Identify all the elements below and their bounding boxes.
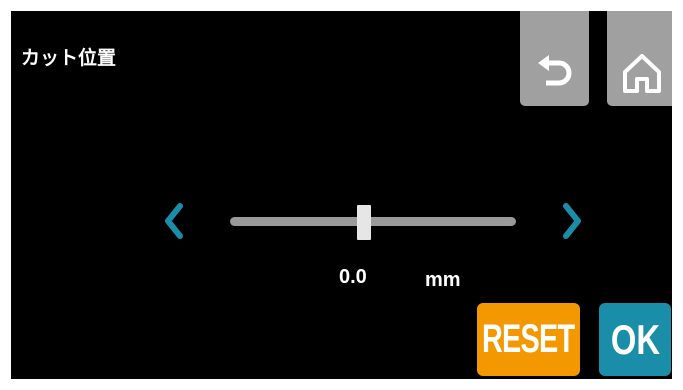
cut-position-screen: カット位置 0.0 mm RESET OK — [11, 11, 672, 379]
decrease-button[interactable] — [161, 201, 189, 241]
reset-button-label: RESET — [482, 317, 575, 361]
chevron-left-icon — [161, 203, 189, 245]
reset-button[interactable]: RESET — [477, 303, 580, 376]
increase-button[interactable] — [557, 201, 585, 241]
page-title: カット位置 — [21, 47, 117, 69]
chevron-right-icon — [557, 203, 585, 245]
home-button[interactable] — [607, 11, 672, 106]
home-icon — [619, 50, 665, 96]
unit-label: mm — [425, 269, 461, 291]
position-value: 0.0 — [339, 266, 367, 288]
back-button[interactable] — [520, 11, 589, 106]
ok-button-label: OK — [610, 315, 660, 363]
ok-button[interactable]: OK — [599, 303, 671, 376]
position-slider-thumb[interactable] — [357, 205, 371, 240]
position-slider-track[interactable] — [230, 217, 516, 226]
undo-arrow-icon — [533, 52, 577, 96]
